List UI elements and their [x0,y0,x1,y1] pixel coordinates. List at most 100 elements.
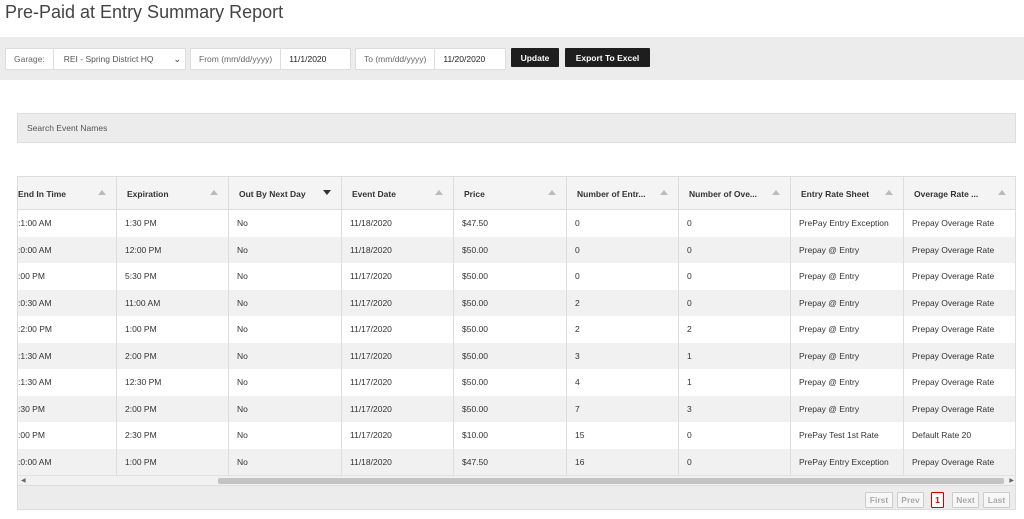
column-header-number-of-entr[interactable]: Number of Entr... [567,177,679,210]
update-button[interactable]: Update [511,48,559,67]
table-row[interactable]: :0:00 AM 1:00 PM No 11/18/2020 $47.50 16 0 PreP… [18,448,1015,475]
table-row[interactable]: :1:00 AM 1:30 PM No 11/18/2020 $47.50 0 0 PrePa… [18,210,1015,237]
from-date-filter: From (mm/dd/yyyy) 11/1/2020 [190,48,351,70]
column-header-out-by-next-day[interactable]: Out By Next Day [229,177,342,210]
table-row[interactable]: :1:30 AM 2:00 PM No 11/17/2020 $50.00 3 1 Prepa… [18,342,1015,370]
table-cell: PrePay Test 1st Rate [791,422,904,449]
pager-first-button[interactable]: First [865,492,893,508]
sort-descending-icon[interactable] [323,190,331,195]
table-cell: 0 [567,263,679,290]
from-date-input[interactable]: 11/1/2020 [281,49,334,69]
pager: First Prev 1 Next Last [18,485,1015,509]
column-header-label: Number of Entr... [577,188,646,199]
table-cell: Prepay Overage Rate [904,343,1015,370]
table-cell: 3 [567,342,679,369]
export-to-excel-button[interactable]: Export To Excel [565,48,650,67]
table-cell: $47.50 [454,210,567,237]
column-header-end-in-time[interactable]: End In Time [18,177,117,210]
table-cell: 11/18/2020 [342,448,454,475]
table-cell: 4 [567,369,679,396]
sort-icon[interactable] [660,190,668,195]
table-cell: :0:00 AM [18,448,117,475]
grid-header: End In Time Expiration Out By Next Day Even… [18,177,1015,210]
table-row[interactable]: :30 PM 2:00 PM No 11/17/2020 $50.00 7 3 Prepay … [18,395,1015,422]
table-cell: $47.50 [454,448,567,475]
table-row[interactable]: :2:00 PM 1:00 PM No 11/17/2020 $50.00 2 2 Prepa… [18,316,1015,343]
table-cell: :0:30 AM [18,289,117,316]
table-cell: $50.00 [454,289,567,316]
table-cell: No [229,236,342,263]
table-row[interactable]: :0:00 AM 12:00 PM No 11/18/2020 $50.00 0 0 Prep… [18,236,1015,264]
sort-icon[interactable] [435,190,443,195]
table-cell: 11/17/2020 [342,395,454,422]
table-cell: No [229,422,342,449]
table-cell: 15 [567,422,679,449]
table-cell: :1:30 AM [18,342,117,369]
sort-icon[interactable] [998,190,1006,195]
garage-select[interactable]: REI - Spring District HQ ⌄ [54,49,185,69]
column-header-entry-rate-sheet[interactable]: Entry Rate Sheet [791,177,904,210]
table-cell: 2:00 PM [117,395,229,422]
page-title: Pre-Paid at Entry Summary Report [5,2,284,22]
table-cell: 5:30 PM [117,263,229,290]
table-row[interactable]: :0:30 AM 11:00 AM No 11/17/2020 $50.00 2 0 Prep… [18,289,1015,317]
table-cell: 0 [567,210,679,237]
sort-icon[interactable] [210,190,218,195]
table-cell: :00 PM [18,263,117,290]
table-cell: 2:00 PM [117,342,229,369]
table-cell: 11/17/2020 [342,422,454,449]
table-cell: $10.00 [454,422,567,449]
table-row[interactable]: :00 PM 2:30 PM No 11/17/2020 $10.00 15 0 PrePay… [18,422,1015,449]
sort-icon[interactable] [772,190,780,195]
table-cell: 11/18/2020 [342,236,454,263]
column-header-label: Expiration [127,188,169,199]
column-header-expiration[interactable]: Expiration [117,177,229,210]
table-cell: Prepay Overage Rate [904,316,1015,343]
to-date-input[interactable]: 11/20/2020 [435,49,493,69]
column-header-overage-rate[interactable]: Overage Rate ... [904,177,1015,210]
table-cell: Prepay @ Entry [791,342,904,369]
table-row[interactable]: :00 PM 5:30 PM No 11/17/2020 $50.00 0 0 Prepay … [18,263,1015,290]
sort-icon[interactable] [885,190,893,195]
table-cell: 11/17/2020 [342,263,454,290]
table-cell: :30 PM [18,395,117,422]
sort-icon[interactable] [98,190,106,195]
table-cell: 0 [679,448,791,475]
table-cell: $50.00 [454,316,567,343]
pager-prev-button[interactable]: Prev [897,492,924,508]
pager-last-button[interactable]: Last [983,492,1010,508]
column-header-label: Out By Next Day [239,188,306,199]
search-event-names-input[interactable]: Search Event Names [17,113,1016,143]
table-cell: 0 [567,236,679,263]
table-cell: 1 [679,342,791,369]
table-cell: 11/17/2020 [342,316,454,343]
scrollbar-thumb[interactable] [218,478,1004,484]
pager-next-button[interactable]: Next [952,492,979,508]
table-cell: No [229,316,342,343]
column-header-price[interactable]: Price [454,177,567,210]
table-cell: 11/18/2020 [342,210,454,237]
table-cell: 0 [679,236,791,263]
sort-icon[interactable] [548,190,556,195]
table-cell: PrePay Entry Exception [791,448,904,475]
from-date-label: From (mm/dd/yyyy) [191,49,282,69]
table-cell: 2:30 PM [117,422,229,449]
table-cell: Prepay Overage Rate [904,290,1015,317]
table-cell: Prepay Overage Rate [904,210,1015,237]
horizontal-scrollbar[interactable]: ◀ ▶ [18,475,1015,485]
table-cell: No [229,210,342,237]
table-cell: 2 [567,289,679,316]
table-cell: $50.00 [454,263,567,290]
column-header-label: Entry Rate Sheet [801,188,870,199]
table-cell: Prepay Overage Rate [904,263,1015,290]
table-cell: Prepay Overage Rate [904,237,1015,264]
pager-page-1-button[interactable]: 1 [931,492,944,508]
column-header-event-date[interactable]: Event Date [342,177,454,210]
table-cell: $50.00 [454,395,567,422]
table-cell: 2 [679,316,791,343]
table-cell: :00 PM [18,422,117,449]
column-header-number-of-ove[interactable]: Number of Ove... [679,177,791,210]
table-row[interactable]: :1:30 AM 12:30 PM No 11/17/2020 $50.00 4 1 Prep… [18,369,1015,396]
table-cell: No [229,395,342,422]
garage-label: Garage: [6,49,54,69]
